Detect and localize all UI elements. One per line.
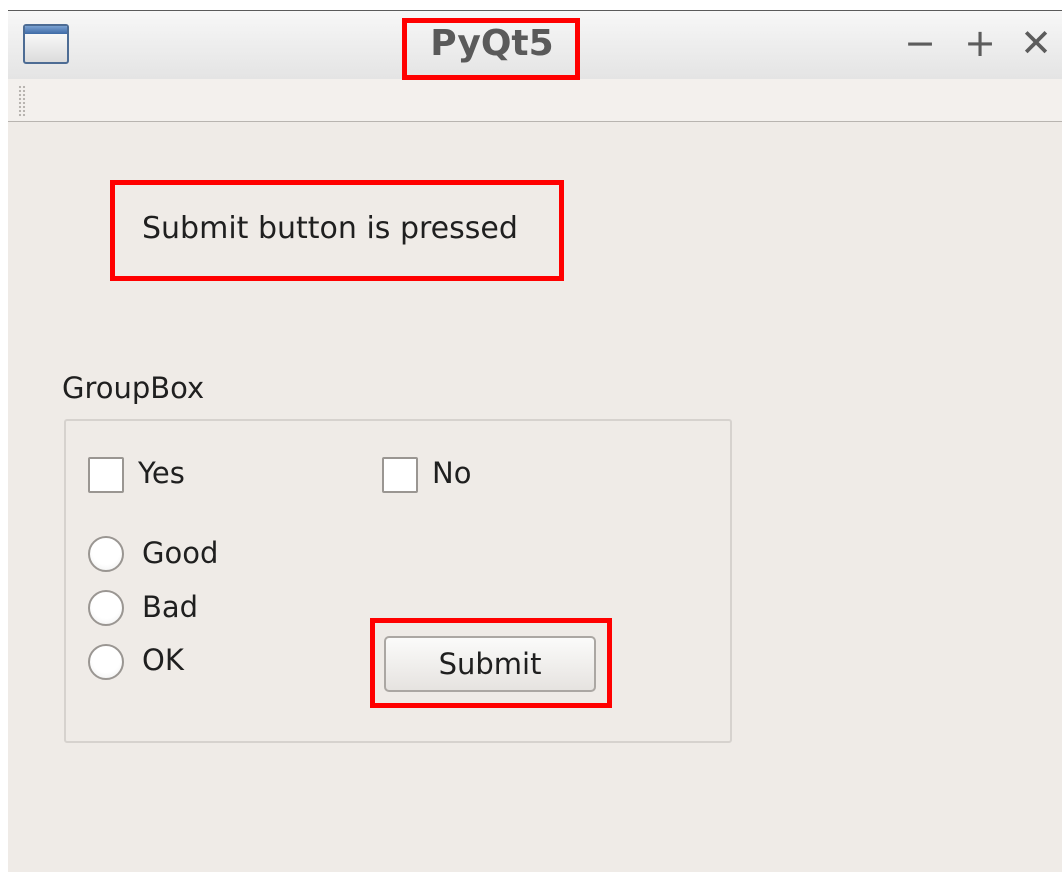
toolbar (8, 79, 1062, 122)
status-label: Submit button is pressed (142, 211, 518, 246)
radio-ok-label[interactable]: OK (142, 643, 184, 677)
window-title: PyQt5 (430, 23, 554, 64)
radio-bad[interactable] (88, 590, 124, 626)
maximize-icon[interactable]: + (960, 21, 1000, 65)
checkbox-yes-label[interactable]: Yes (138, 456, 185, 490)
radio-bad-label[interactable]: Bad (142, 590, 198, 624)
submit-button[interactable]: Submit (384, 636, 596, 692)
toolbar-drag-handle[interactable] (18, 85, 26, 117)
main-window: PyQt5 − + ✕ Submit button is pressed Gro… (8, 10, 1062, 872)
radio-good[interactable] (88, 536, 124, 572)
checkbox-yes[interactable] (88, 457, 124, 493)
minimize-icon[interactable]: − (900, 21, 940, 65)
title-bar[interactable]: PyQt5 − + ✕ (8, 11, 1062, 79)
close-icon[interactable]: ✕ (1016, 21, 1056, 65)
checkbox-no[interactable] (382, 457, 418, 493)
window-app-icon[interactable] (23, 24, 69, 64)
checkbox-no-label[interactable]: No (432, 456, 471, 490)
groupbox-title: GroupBox (62, 371, 205, 405)
radio-ok[interactable] (88, 644, 124, 680)
radio-good-label[interactable]: Good (142, 536, 218, 570)
